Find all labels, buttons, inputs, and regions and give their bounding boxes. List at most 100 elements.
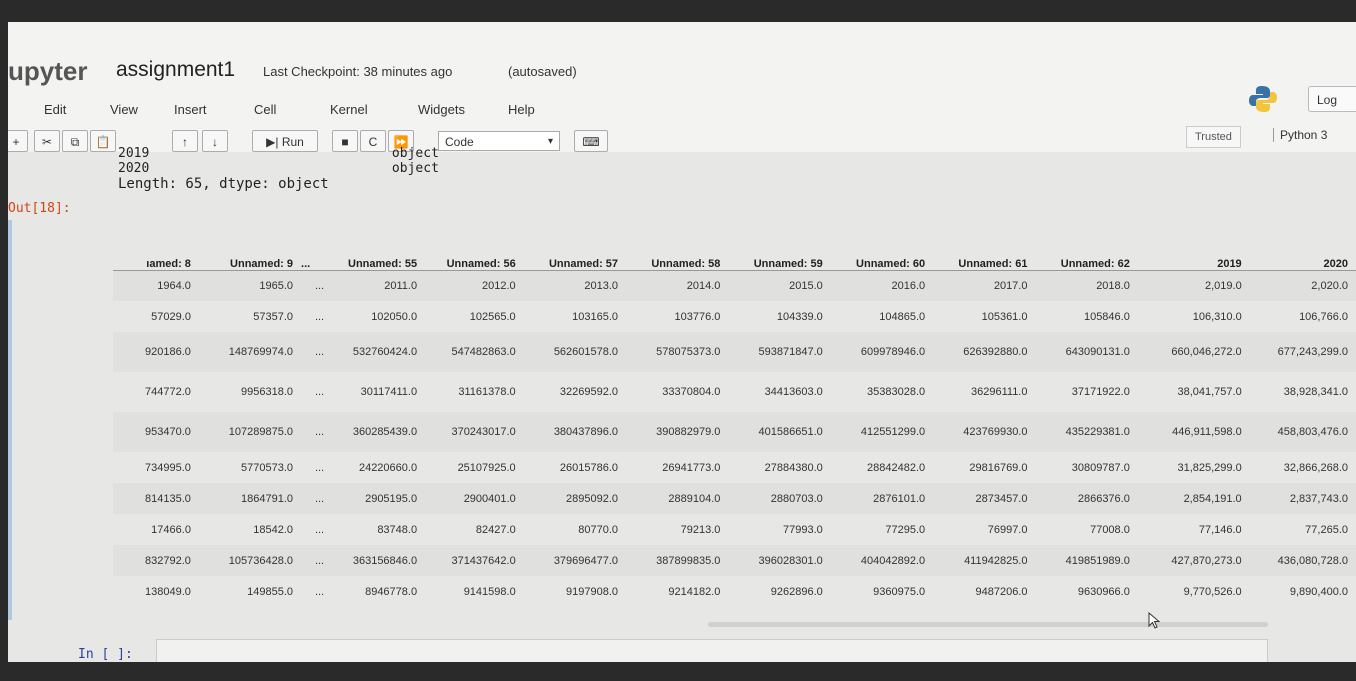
table-cell: 37171922.0: [1071, 386, 1130, 398]
output-line: Length: 65, dtype: object: [118, 176, 329, 192]
menu-widgets[interactable]: Widgets: [418, 102, 465, 117]
table-cell: 9487206.0: [975, 585, 1028, 598]
table-cell: 458,803,476.0: [1249, 412, 1356, 452]
table-cell: 734995.0: [145, 461, 191, 474]
output-scroll-marker: [8, 220, 12, 620]
insert-cell-button[interactable]: +: [8, 130, 28, 152]
table-cell: 401586651.0: [728, 412, 831, 452]
menu-edit[interactable]: Edit: [44, 102, 66, 117]
cell-type-select[interactable]: Code ▾: [438, 131, 560, 151]
table-cell: 31161378.0: [458, 386, 516, 398]
table-cell: 2015.0: [728, 270, 831, 301]
menu-cell[interactable]: Cell: [254, 102, 276, 117]
table-row: 832792.0 105736428.0... 363156846.0 3714376…: [113, 545, 1356, 576]
table-cell: 423769930.0: [933, 412, 1036, 452]
table-cell: 29816769.0: [969, 461, 1028, 474]
table-cell: 106,766.0: [1299, 310, 1348, 323]
table-cell: ...: [301, 545, 333, 576]
table-cell: 26015786.0: [559, 461, 619, 474]
table-cell: 77,265.0: [1305, 523, 1348, 536]
table-cell: 390882979.0: [626, 412, 729, 452]
autosave-status: (autosaved): [508, 64, 577, 79]
table-cell: 2905195.0: [332, 483, 426, 514]
table-cell: 24220660.0: [358, 461, 418, 474]
jupyter-window: upyter assignment1 Last Checkpoint: 38 m…: [8, 22, 1356, 662]
plus-icon: +: [12, 135, 20, 149]
table-cell: 9214182.0: [668, 585, 721, 598]
table-cell: 31,825,299.0: [1177, 461, 1242, 474]
table-cell: 920186.0: [113, 332, 199, 372]
table-cell: 9141598.0: [463, 585, 516, 598]
table-cell: 79213.0: [680, 523, 721, 536]
table-cell: 2876101.0: [830, 483, 934, 514]
kernel-name[interactable]: Python 3: [1273, 128, 1327, 142]
menu-help[interactable]: Help: [508, 102, 535, 117]
table-cell: 2866376.0: [1035, 483, 1138, 514]
table-cell: ...: [301, 412, 333, 452]
menu-view[interactable]: View: [110, 102, 138, 117]
table-row: 744772.0 9956318.0... 30117411.0 31161378.0…: [113, 372, 1356, 412]
table-cell: 102050.0: [371, 310, 418, 323]
table-cell: 2,020.0: [1249, 270, 1356, 301]
table-cell: 404042892.0: [830, 545, 934, 576]
menu-kernel[interactable]: Kernel: [330, 102, 368, 117]
table-cell: 9,770,526.0: [1183, 585, 1242, 598]
column-header: Unnamed: 57: [523, 220, 627, 271]
table-cell: 363156846.0: [332, 545, 426, 576]
table-cell: 2873457.0: [933, 483, 1036, 514]
table-cell: 103165.0: [572, 310, 619, 323]
code-input-cell[interactable]: [156, 639, 1268, 662]
dataframe-output: ıamed: 8 Unnamed: 9 ... Unnamed: 55 Unna…: [113, 220, 1356, 620]
table-cell: 82427.0: [475, 523, 516, 536]
table-cell: 379696477.0: [523, 545, 627, 576]
table-header-row: ıamed: 8 Unnamed: 9 ... Unnamed: 55 Unna…: [113, 220, 1356, 271]
table-cell: 80770.0: [578, 523, 619, 536]
table-cell: 30809787.0: [1071, 461, 1130, 474]
paste-button[interactable]: 📋: [90, 130, 116, 152]
table-row: 953470.0 107289875.0... 360285439.0 3702430…: [113, 412, 1356, 452]
table-cell: 562601578.0: [523, 332, 627, 372]
table-cell: 396028301.0: [728, 545, 831, 576]
trusted-indicator[interactable]: Trusted: [1186, 126, 1241, 148]
table-cell: 2016.0: [830, 270, 934, 301]
notebook-area: 2019 object 2020 object Length: 65, dtyp…: [8, 146, 1356, 662]
jupyter-logo-text[interactable]: upyter: [8, 56, 87, 87]
output-line: 2020 object: [118, 161, 439, 176]
table-cell: 1965.0: [198, 270, 302, 301]
column-header: Unnamed: 9: [198, 220, 302, 271]
menu-bar: Edit View Insert Cell Kernel Widgets Hel…: [8, 102, 1248, 124]
table-cell: 435229381.0: [1035, 412, 1138, 452]
table-cell: 77008.0: [1090, 523, 1130, 536]
horizontal-scrollbar[interactable]: [708, 622, 1268, 627]
table-cell: 547482863.0: [425, 332, 524, 372]
table-cell: 77295.0: [885, 523, 926, 536]
table-cell: 578075373.0: [626, 332, 729, 372]
table-row: 920186.0 148769974.0... 532760424.0 5474828…: [113, 332, 1356, 372]
menu-insert[interactable]: Insert: [174, 102, 207, 117]
table-cell: 2880703.0: [728, 483, 831, 514]
table-cell: 660,046,272.0: [1137, 332, 1250, 372]
table-cell: 5770573.0: [241, 461, 294, 474]
copy-button[interactable]: ⧉: [62, 130, 88, 152]
notebook-name[interactable]: assignment1: [116, 58, 235, 82]
table-cell: 105846.0: [1083, 310, 1130, 323]
table-cell: 626392880.0: [933, 332, 1036, 372]
logout-button[interactable]: Log: [1308, 86, 1356, 112]
command-palette-button[interactable]: ⌨: [574, 130, 608, 152]
table-cell: 593871847.0: [728, 332, 831, 372]
table-cell: 370243017.0: [425, 412, 524, 452]
table-cell: 412551299.0: [830, 412, 934, 452]
table-cell: 104865.0: [879, 310, 926, 323]
table-cell: ...: [314, 310, 325, 323]
table-row: 734995.0 5770573.0... 24220660.0 25107925.0…: [113, 452, 1356, 483]
cut-button[interactable]: ✂: [34, 130, 60, 152]
table-cell: 8946778.0: [365, 585, 418, 598]
table-cell: 411942825.0: [933, 545, 1036, 576]
table-cell: 32,866,268.0: [1283, 461, 1348, 474]
previous-output: 2019 object 2020 object Length: 65, dtyp…: [118, 146, 439, 192]
table-cell: ...: [314, 585, 325, 598]
table-cell: 2889104.0: [626, 483, 729, 514]
copy-icon: ⧉: [70, 135, 80, 149]
table-cell: 9197908.0: [566, 585, 619, 598]
table-cell: 427,870,273.0: [1137, 545, 1250, 576]
